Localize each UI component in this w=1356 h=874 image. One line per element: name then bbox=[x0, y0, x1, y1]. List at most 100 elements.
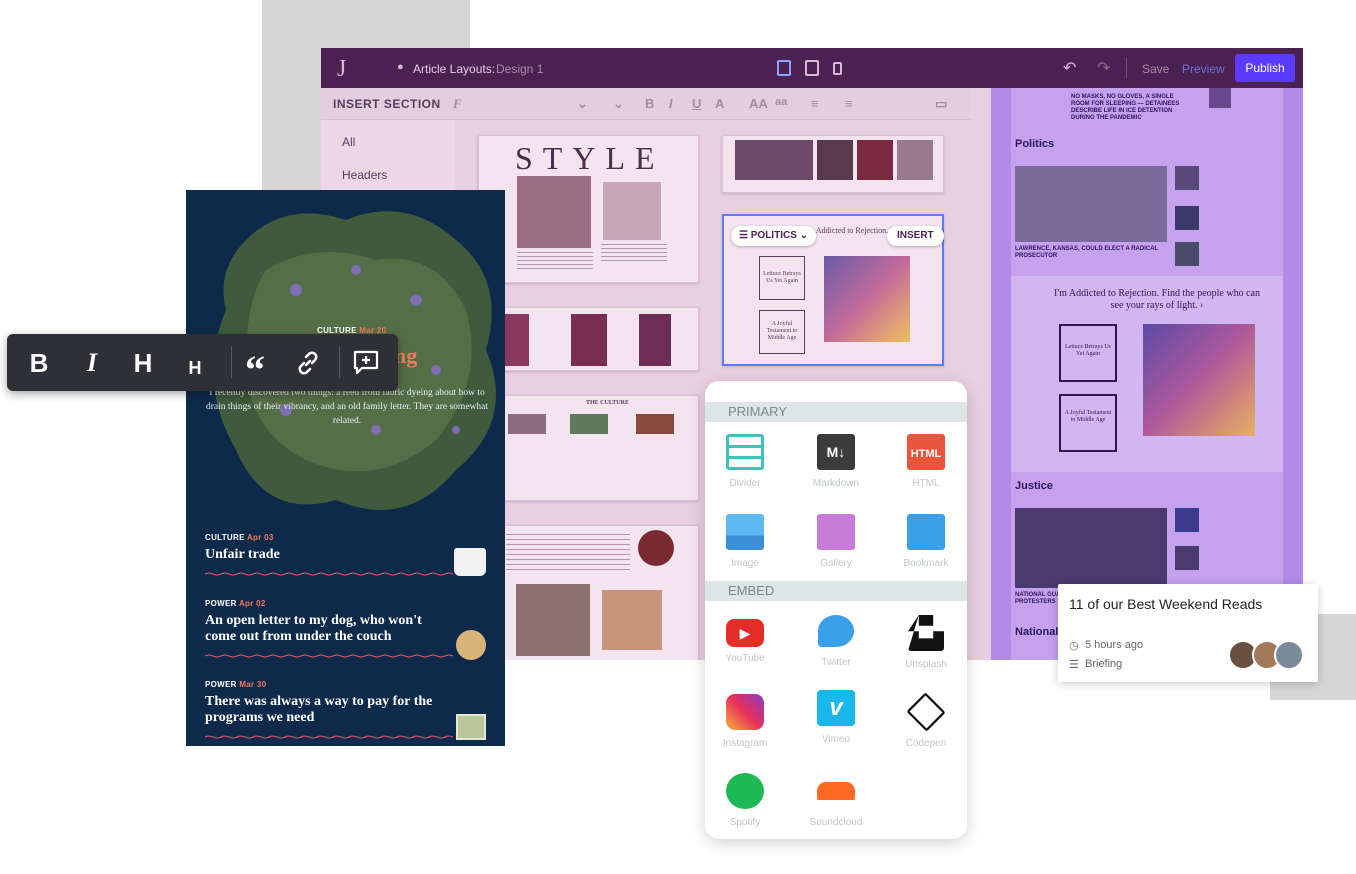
gallery-icon bbox=[817, 514, 855, 550]
post-card[interactable]: 11 of our Best Weekend Reads ◷ 5 hours a… bbox=[1058, 584, 1318, 682]
avatar bbox=[1274, 640, 1304, 670]
quote-box: Lettuce Betrays Us Yet Again bbox=[759, 256, 805, 300]
preview-button[interactable]: Preview bbox=[1182, 62, 1225, 76]
option-label: Twitter bbox=[821, 657, 851, 668]
text-block bbox=[506, 534, 630, 570]
heading-large-button[interactable]: H bbox=[125, 345, 161, 381]
image-card-option[interactable]: Image bbox=[705, 514, 785, 569]
story-title[interactable]: Unfair trade bbox=[205, 547, 485, 563]
floating-format-toolbar: B I H H “ bbox=[7, 334, 398, 391]
bookmark-card-option[interactable]: Bookmark bbox=[886, 514, 966, 569]
chevron-down-icon[interactable]: ⌄ bbox=[577, 96, 588, 112]
template-card-style[interactable]: STYLE bbox=[478, 135, 699, 283]
heading-small-button[interactable]: H bbox=[177, 350, 213, 386]
story-category: POWER bbox=[205, 599, 237, 608]
divider-icon bbox=[726, 434, 764, 470]
illustration-image bbox=[1143, 324, 1255, 436]
tablet-view-icon[interactable] bbox=[805, 60, 819, 76]
post-title[interactable]: 11 of our Best Weekend Reads bbox=[1069, 596, 1262, 612]
bold-icon[interactable]: B bbox=[645, 96, 654, 111]
insert-button[interactable]: INSERT bbox=[887, 226, 944, 246]
vimeo-icon: v bbox=[817, 690, 855, 726]
soundcloud-card-option[interactable]: Soundcloud bbox=[796, 773, 876, 828]
font-size-icon[interactable]: AA bbox=[749, 96, 768, 111]
align-icon[interactable]: ≡ bbox=[811, 96, 819, 111]
italic-button[interactable]: I bbox=[74, 345, 110, 381]
publish-button[interactable]: Publish bbox=[1235, 54, 1295, 82]
option-label: YouTube bbox=[725, 653, 765, 664]
primary-section-header: PRIMARY bbox=[705, 402, 967, 422]
circle-image bbox=[638, 530, 674, 566]
layout-design-selector[interactable]: Design 1 bbox=[496, 62, 543, 76]
list-item[interactable]: POWER Mar 30 There was always a way to p… bbox=[204, 680, 485, 744]
gallery-card-option[interactable]: Gallery bbox=[796, 514, 876, 569]
add-comment-icon[interactable] bbox=[348, 345, 384, 381]
spotify-card-option[interactable]: Spotify bbox=[705, 773, 785, 828]
bold-button[interactable]: B bbox=[21, 345, 57, 381]
instagram-card-option[interactable]: Instagram bbox=[705, 694, 785, 749]
quote-box-text: A Joyful Testament to Middle Age bbox=[1064, 410, 1112, 423]
photo-image bbox=[1015, 166, 1167, 242]
unsplash-card-option[interactable]: Unsplash bbox=[886, 615, 966, 670]
clock-icon: ◷ bbox=[1069, 640, 1079, 652]
chevron-down-icon[interactable]: ⌄ bbox=[613, 96, 624, 112]
vimeo-card-option[interactable]: v Vimeo bbox=[796, 690, 876, 745]
app-logo[interactable]: J bbox=[337, 56, 346, 83]
line-height-icon[interactable]: ≡ bbox=[845, 96, 853, 111]
markdown-card-option[interactable]: M↓ Markdown bbox=[796, 434, 876, 489]
template-card-culture[interactable]: THE CULTURE bbox=[499, 395, 699, 501]
case-icon[interactable]: aa bbox=[775, 96, 787, 108]
photo-image bbox=[1015, 508, 1167, 588]
template-card-people[interactable] bbox=[722, 135, 944, 193]
thumbnail-image bbox=[735, 140, 813, 180]
story-title[interactable]: There was always a way to pay for the pr… bbox=[205, 694, 445, 726]
link-icon[interactable] bbox=[290, 345, 326, 381]
option-label: Unsplash bbox=[905, 659, 947, 670]
feature-lede: I recently discovered two things: a reed… bbox=[205, 388, 488, 426]
sidebar-item-all[interactable]: All bbox=[342, 135, 355, 149]
mug-icon bbox=[454, 548, 486, 576]
undo-icon[interactable]: ↶ bbox=[1063, 58, 1076, 78]
sidebar-item-headers[interactable]: Headers bbox=[342, 168, 387, 182]
text-color-icon[interactable]: A bbox=[715, 96, 724, 111]
option-label: HTML bbox=[912, 478, 940, 489]
list-item[interactable]: CULTURE Apr 03 Unfair trade bbox=[204, 533, 485, 581]
quote-box-text: A Joyful Testament to Middle Age bbox=[766, 321, 798, 341]
save-button[interactable]: Save bbox=[1142, 62, 1169, 76]
youtube-card-option[interactable]: ▶ YouTube bbox=[705, 615, 785, 664]
section-type-dropdown[interactable]: ☰ POLITICS ⌄ bbox=[731, 226, 817, 246]
template-card-feature[interactable] bbox=[499, 525, 699, 660]
post-time: 5 hours ago bbox=[1085, 639, 1144, 651]
template-card-gallery[interactable] bbox=[478, 307, 699, 371]
bookmark-icon bbox=[907, 514, 945, 550]
italic-icon[interactable]: I bbox=[669, 96, 673, 111]
thumbnail-image bbox=[508, 414, 546, 434]
preview-section-politics: Politics bbox=[1015, 138, 1055, 150]
thumbnail-image bbox=[1175, 546, 1199, 570]
text-block bbox=[517, 252, 593, 272]
photo-image bbox=[602, 590, 662, 650]
divider-card-option[interactable]: Divider bbox=[705, 434, 785, 489]
font-icon[interactable]: F bbox=[453, 96, 462, 112]
page-icon[interactable]: ▭ bbox=[935, 96, 947, 112]
twitter-card-option[interactable]: Twitter bbox=[796, 615, 876, 668]
quote-icon[interactable]: “ bbox=[237, 350, 273, 390]
thumbnail-image bbox=[636, 414, 674, 434]
underline-icon[interactable]: U bbox=[692, 96, 701, 111]
thumbnail-image bbox=[639, 314, 671, 366]
story-title[interactable]: An open letter to my dog, who won't come… bbox=[205, 613, 445, 645]
wave-divider bbox=[204, 572, 454, 576]
html-card-option[interactable]: HTML HTML bbox=[886, 434, 966, 489]
quote-box: Lettuce Betrays Us Yet Again bbox=[1059, 324, 1117, 382]
desktop-view-icon[interactable] bbox=[777, 60, 791, 76]
preview-feature-block: I'm Addicted to Rejection. Find the peop… bbox=[1011, 276, 1283, 472]
option-label: Spotify bbox=[729, 817, 761, 828]
list-item[interactable]: POWER Apr 02 An open letter to my dog, w… bbox=[204, 599, 485, 663]
thumbnail-image bbox=[1175, 166, 1199, 190]
preview-headline: I'm Addicted to Rejection. Find the peop… bbox=[1054, 288, 1260, 311]
thumbnail-image bbox=[1209, 88, 1231, 108]
mobile-view-icon[interactable] bbox=[833, 62, 842, 75]
codepen-card-option[interactable]: Codepen bbox=[886, 692, 966, 749]
quote-box-text: Lettuce Betrays Us Yet Again bbox=[763, 271, 801, 284]
redo-icon[interactable]: ↷ bbox=[1097, 58, 1110, 78]
